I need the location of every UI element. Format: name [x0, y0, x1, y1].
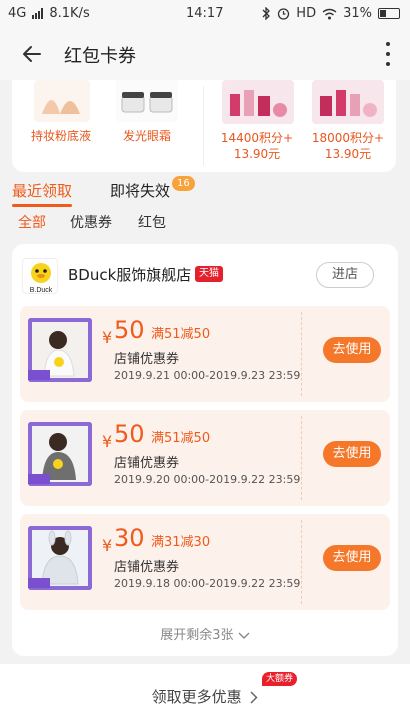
promo-item-eye-cream[interactable]: 发光眼霜: [106, 80, 188, 172]
coupon-amount: 50: [114, 316, 145, 344]
coupon-type: 店铺优惠券: [114, 456, 180, 471]
skincare-set-image: [222, 80, 294, 124]
product-image: [28, 422, 92, 486]
more-options-icon[interactable]: [384, 42, 392, 66]
points-price: 14400积分+ 13.90元: [220, 131, 294, 161]
store-header: B.Duck BDuck服饰旗舰店 天猫 进店: [12, 244, 398, 304]
tmall-badge: 天猫: [195, 266, 223, 282]
coupon-condition: 满51减50: [151, 431, 211, 446]
chevron-down-icon: [238, 632, 250, 639]
active-tab-indicator: [12, 204, 72, 207]
coupon-amount: 50: [114, 420, 145, 448]
promo-divider: [203, 86, 204, 166]
back-arrow-icon[interactable]: [18, 40, 46, 68]
get-more-deals-label: 领取更多优惠: [151, 688, 242, 706]
promo-item-foundation[interactable]: 持妆粉底液: [22, 80, 100, 172]
coupon-condition: 满31减30: [151, 535, 211, 550]
coupon-card[interactable]: ¥ 50 满51减50 店铺优惠券 2019.9.20 00:00-2019.9…: [20, 410, 390, 506]
enter-store-button[interactable]: 进店: [316, 262, 374, 288]
eye-cream-image: [116, 80, 178, 122]
primary-tabs: 最近领取 即将失效 16: [0, 172, 410, 207]
chevron-right-icon: [250, 691, 258, 704]
coupon-card[interactable]: ¥ 30 满31减30 店铺优惠券 2019.9.18 00:00-2019.9…: [20, 514, 390, 610]
alarm-icon: [278, 8, 290, 20]
currency-symbol: ¥: [102, 328, 113, 347]
use-coupon-button[interactable]: 去使用: [323, 337, 381, 363]
coupon-type: 店铺优惠券: [114, 560, 180, 575]
bluetooth-icon: [262, 7, 271, 20]
tab-expiring[interactable]: 即将失效: [110, 180, 170, 201]
store-logo-text: B.Duck: [30, 287, 53, 294]
currency-symbol: ¥: [102, 536, 113, 555]
expand-remaining[interactable]: 展开剩余3张: [12, 624, 398, 643]
get-more-deals-link[interactable]: 领取更多优惠: [0, 686, 410, 707]
coupon-validity: 2019.9.20 00:00-2019.9.22 23:59: [114, 473, 301, 486]
footer-bar: 大额券 领取更多优惠: [0, 664, 410, 728]
coupon-card[interactable]: ¥ 50 满51减50 店铺优惠券 2019.9.21 00:00-2019.9…: [20, 306, 390, 402]
filter-all[interactable]: 全部: [18, 212, 46, 232]
coupon-divider: [301, 312, 302, 396]
foundation-image: [34, 80, 90, 122]
expiring-count-badge: 16: [172, 176, 195, 191]
store-name[interactable]: BDuck服饰旗舰店: [68, 264, 191, 285]
filter-tabs: 全部 优惠券 红包: [0, 210, 410, 236]
use-coupon-button[interactable]: 去使用: [323, 545, 381, 571]
clock: 14:17: [186, 6, 224, 21]
coupon-divider: [301, 520, 302, 604]
promo-item-points-1[interactable]: 14400积分+ 13.90元: [212, 80, 302, 172]
points-price: 18000积分+ 13.90元: [311, 131, 385, 161]
filter-coupons[interactable]: 优惠券: [70, 212, 112, 232]
product-image: [28, 526, 92, 590]
signal-icon: [32, 8, 44, 19]
network-speed: 8.1K/s: [49, 6, 90, 21]
network-type: 4G: [8, 6, 27, 21]
app-bar: 红包卡券: [0, 28, 410, 80]
coupon-type: 店铺优惠券: [114, 352, 180, 367]
filter-red-packets[interactable]: 红包: [138, 212, 166, 232]
promo-item-points-2[interactable]: 18000积分+ 13.90元: [302, 80, 394, 172]
promo-caption: 发光眼霜: [122, 129, 171, 143]
battery-icon: [378, 8, 400, 19]
hd-indicator: HD: [296, 6, 317, 21]
coupon-validity: 2019.9.18 00:00-2019.9.22 23:59: [114, 577, 301, 590]
expand-label: 展开剩余3张: [160, 628, 234, 643]
promo-caption: 持妆粉底液: [30, 129, 91, 143]
battery-percent: 31%: [343, 6, 372, 21]
status-bar: 4G 8.1K/s 14:17 HD 31%: [0, 0, 410, 28]
use-coupon-button[interactable]: 去使用: [323, 441, 381, 467]
large-coupon-badge: 大额券: [262, 672, 298, 686]
coupon-amount: 30: [114, 524, 145, 552]
skincare-set-image: [312, 80, 384, 124]
currency-symbol: ¥: [102, 432, 113, 451]
promo-strip: 持妆粉底液 发光眼霜 14400积分+ 13.90元 18000积分+ 13.9…: [12, 80, 396, 172]
product-image: [28, 318, 92, 382]
coupon-divider: [301, 416, 302, 500]
store-card: B.Duck BDuck服饰旗舰店 天猫 进店 ¥ 50 满51减50 店铺优惠…: [12, 244, 398, 656]
coupon-condition: 满51减50: [151, 327, 211, 342]
tab-recent[interactable]: 最近领取: [12, 180, 72, 201]
coupon-validity: 2019.9.21 00:00-2019.9.23 23:59: [114, 369, 301, 382]
page-title: 红包卡券: [64, 46, 136, 67]
wifi-icon: [322, 8, 337, 19]
store-logo[interactable]: B.Duck: [22, 258, 58, 294]
